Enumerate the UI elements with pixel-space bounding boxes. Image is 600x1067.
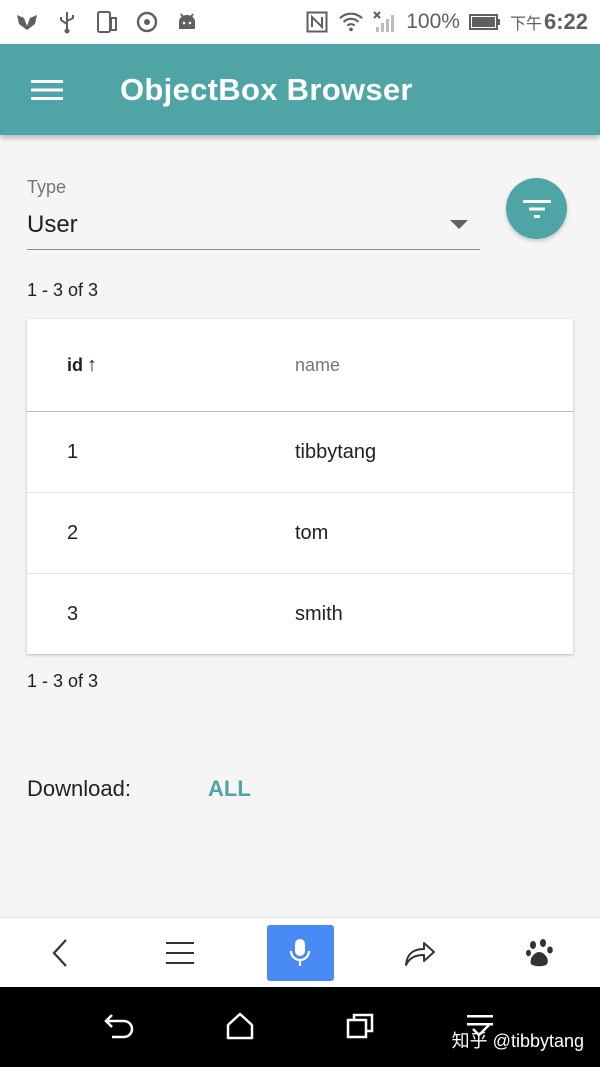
- browser-back-button[interactable]: [27, 925, 94, 981]
- baidu-button[interactable]: [507, 925, 574, 981]
- cell-name: tom: [295, 521, 329, 544]
- table-row[interactable]: 1 tibbytang: [27, 412, 573, 493]
- usb-icon: [54, 9, 80, 35]
- recents-icon: [346, 1013, 374, 1039]
- phone-icon: [94, 9, 120, 35]
- share-button[interactable]: [387, 925, 454, 981]
- cell-name: tibbytang: [295, 440, 377, 463]
- column-header-name[interactable]: name: [295, 355, 573, 376]
- menu-lines-icon: [166, 941, 194, 964]
- battery-icon: [468, 9, 502, 35]
- column-header-id-label: id: [67, 354, 83, 375]
- app-notification-icon: [14, 9, 40, 35]
- pagination-bottom: 1 - 3 of 3: [27, 671, 99, 691]
- watermark: 知乎 @tibbytang: [451, 1031, 584, 1051]
- hamburger-icon: [31, 79, 63, 100]
- type-label: Type: [27, 177, 67, 197]
- status-bar: 100% 下午 6:22: [0, 0, 600, 44]
- browser-menu-button[interactable]: [147, 925, 214, 981]
- battery-percent: 100%: [406, 10, 460, 33]
- nav-home-button[interactable]: [215, 1001, 265, 1051]
- cell-id: 2: [67, 521, 79, 544]
- type-select[interactable]: User: [27, 200, 480, 250]
- time-prefix: 下午: [509, 16, 542, 33]
- filter-icon: [522, 199, 551, 218]
- cell-id: 1: [67, 440, 79, 463]
- wifi-icon: [338, 9, 364, 35]
- voice-search-button[interactable]: [266, 924, 334, 981]
- table-header: id ↑ name: [27, 319, 573, 412]
- filter-button[interactable]: [506, 178, 567, 239]
- microphone-icon: [289, 938, 311, 966]
- status-time: 6:22: [543, 9, 588, 34]
- home-icon: [226, 1012, 254, 1040]
- download-all-link[interactable]: ALL: [208, 776, 251, 802]
- app-title: ObjectBox Browser: [120, 71, 413, 107]
- cell-name: smith: [295, 603, 343, 625]
- sync-icon: [134, 9, 160, 35]
- sort-arrow-up-icon: ↑: [87, 353, 97, 376]
- column-header-name-label: name: [295, 354, 341, 375]
- table-row[interactable]: 3 smith: [27, 574, 573, 655]
- baidu-paw-icon: [526, 938, 553, 966]
- nav-back-button[interactable]: [95, 1001, 145, 1051]
- type-value: User: [27, 210, 78, 238]
- signal-icon: [372, 9, 398, 35]
- cell-id: 3: [67, 603, 79, 625]
- chevron-left-icon: [52, 938, 67, 967]
- download-label: Download:: [27, 776, 131, 801]
- nfc-icon: [304, 9, 330, 35]
- nav-recents-button[interactable]: [335, 1001, 385, 1051]
- back-arrow-icon: [104, 1014, 134, 1039]
- status-right-icons: 100% 下午 6:22: [304, 9, 588, 35]
- table-row[interactable]: 2 tom: [27, 493, 573, 574]
- column-header-id[interactable]: id ↑: [27, 354, 295, 377]
- dropdown-arrow-icon: [450, 220, 468, 229]
- app-bar: ObjectBox Browser: [0, 44, 600, 135]
- share-arrow-icon: [405, 941, 435, 966]
- status-left-icons: [14, 9, 200, 35]
- pagination-top: 1 - 3 of 3: [27, 280, 99, 300]
- browser-toolbar: [0, 917, 600, 987]
- system-nav-bar: 知乎 @tibbytang: [0, 987, 600, 1067]
- android-icon: [174, 9, 200, 35]
- data-table: id ↑ name 1 tibbytang 2 tom 3 smith: [27, 319, 573, 654]
- menu-button[interactable]: [0, 44, 94, 135]
